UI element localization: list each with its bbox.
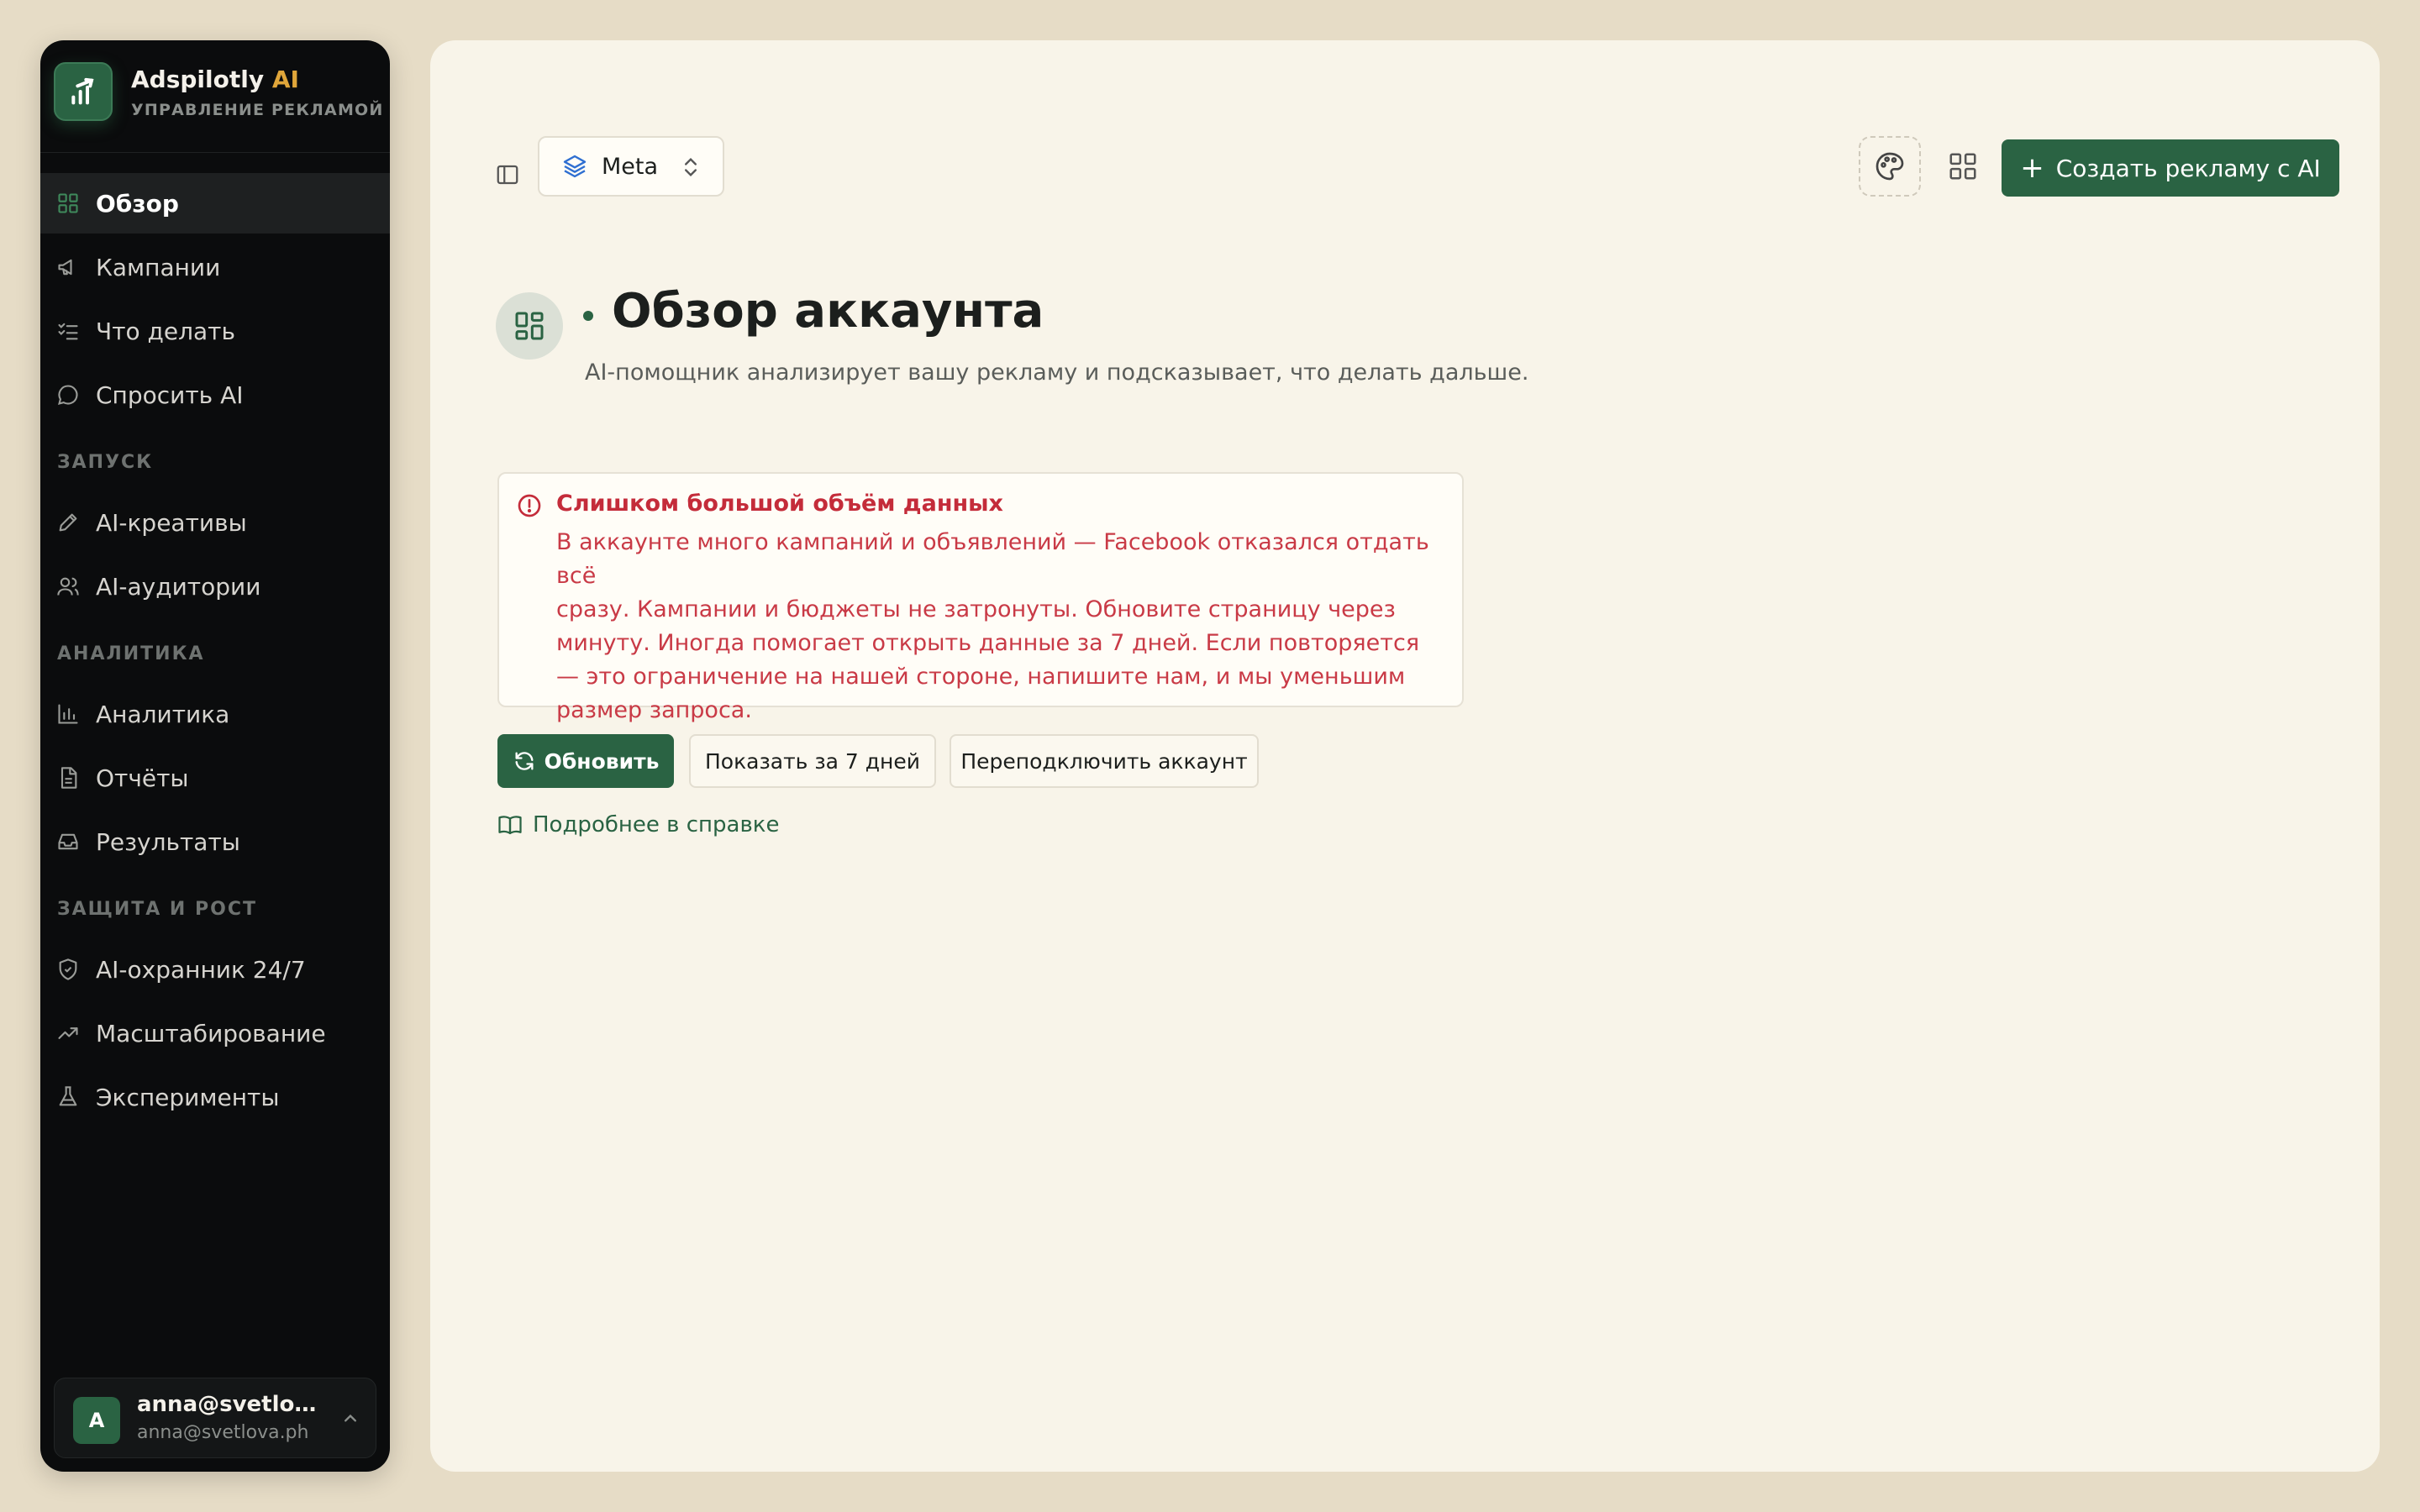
show-7-days-button[interactable]: Показать за 7 дней (689, 734, 936, 788)
nav-item-results[interactable]: Результаты (40, 811, 390, 872)
avatar: A (73, 1397, 120, 1444)
status-dot (583, 311, 593, 321)
platform-select[interactable]: Meta (538, 136, 724, 197)
megaphone-icon (55, 255, 81, 280)
apps-grid-button[interactable] (1936, 136, 1990, 197)
nav-item-analytics[interactable]: Аналитика (40, 684, 390, 744)
nav-item-experiments[interactable]: Эксперименты (40, 1067, 390, 1127)
plus-icon: + (2020, 151, 2044, 185)
sidebar: Adspilotly AI УПРАВЛЕНИЕ РЕКЛАМОЙ Обзор … (40, 40, 390, 1472)
chevron-updown-icon (685, 158, 697, 176)
nav-item-overview[interactable]: Обзор (40, 173, 390, 234)
page-subtitle: AI-помощник анализирует вашу рекламу и п… (585, 360, 1529, 386)
nav-item-reports[interactable]: Отчёты (40, 748, 390, 808)
nav-item-ask-ai[interactable]: Спросить AI (40, 365, 390, 425)
shield-icon (55, 957, 81, 982)
chat-icon (55, 382, 81, 407)
nav-item-ai-audiences[interactable]: AI-аудитории (40, 556, 390, 617)
section-label-protection: ЗАЩИТА И РОСТ (57, 899, 257, 920)
section-label-analytics: АНАЛИТИКА (57, 643, 205, 664)
logo-chart-icon (54, 62, 113, 121)
create-ad-button[interactable]: + Создать рекламу с AI (2002, 139, 2339, 197)
checklist-icon (55, 318, 81, 344)
page-grid-icon (496, 292, 563, 360)
grid-icon (55, 191, 81, 216)
theme-palette-button[interactable] (1859, 136, 1921, 197)
palette-icon (1876, 152, 1904, 181)
user-name: anna@svetlova.ph (137, 1392, 322, 1417)
trending-up-icon (55, 1021, 81, 1046)
panel-left-icon (497, 165, 518, 185)
page-title: Обзор аккаунта (612, 284, 1044, 339)
user-email: anna@svetlova.ph (137, 1422, 309, 1443)
nav-item-scaling[interactable]: Масштабирование (40, 1003, 390, 1063)
grid-icon (1949, 153, 1976, 180)
section-label-launch: ЗАПУСК (57, 452, 154, 473)
refresh-button[interactable]: Обновить (497, 734, 674, 788)
layers-icon (563, 155, 587, 178)
brand-subtitle: УПРАВЛЕНИЕ РЕКЛАМОЙ (131, 101, 384, 119)
alert-message: В аккаунте много кампаний и объявлений —… (556, 529, 1429, 723)
platform-label: Meta (602, 153, 659, 180)
pen-icon (55, 510, 81, 535)
inbox-icon (55, 829, 81, 854)
sidebar-toggle-button[interactable] (484, 151, 531, 198)
nav-item-campaigns[interactable]: Кампании (40, 237, 390, 297)
user-menu[interactable]: A anna@svetlova.ph anna@svetlova.ph (54, 1378, 376, 1458)
nav-item-todo[interactable]: Что делать (40, 301, 390, 361)
error-alert: Слишком большой объём данных В аккаунте … (497, 472, 1464, 723)
users-icon (55, 574, 81, 599)
nav-item-ai-guard[interactable]: AI-охранник 24/7 (40, 939, 390, 1000)
bar-chart-icon (55, 701, 81, 727)
flask-icon (55, 1084, 81, 1110)
alert-title: Слишком большой объём данных (556, 491, 1003, 517)
brand-name: Adspilotly AI (131, 66, 299, 93)
nav-item-ai-creatives[interactable]: AI-креативы (40, 492, 390, 553)
book-icon (498, 816, 522, 835)
document-icon (55, 765, 81, 790)
refresh-icon (515, 752, 534, 770)
alert-circle-icon (518, 494, 541, 517)
chevron-up-icon (345, 1414, 356, 1422)
help-link[interactable]: Подробнее в справке (497, 808, 779, 842)
main-content: Meta + Создать рекламу с AI Обзор аккаун… (430, 40, 2380, 1472)
brand-header: Adspilotly AI УПРАВЛЕНИЕ РЕКЛАМОЙ (40, 40, 390, 153)
reconnect-account-button[interactable]: Переподключить аккаунт (950, 734, 1259, 788)
